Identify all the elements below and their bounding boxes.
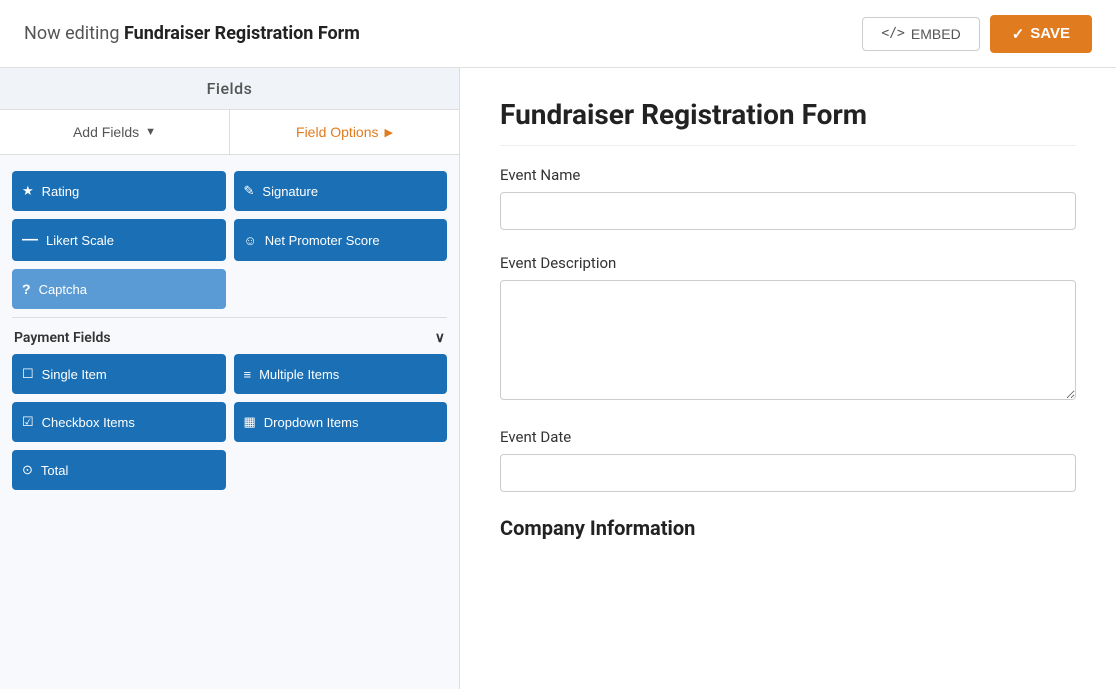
top-bar: Now editing Fundraiser Registration Form… [0,0,1116,68]
field-options-tab-label: Field Options [296,124,378,140]
event-name-group: Event Name [500,166,1076,230]
dropdown-icon: ▦ [244,414,256,430]
form-name: Fundraiser Registration Form [124,23,360,44]
checkmark-icon: ✓ [1012,25,1025,43]
payment-fields-section: Payment Fields ∨ [12,317,447,354]
event-name-input[interactable] [500,192,1076,230]
embed-label: EMBED [911,26,961,42]
dash-icon: — [22,231,38,249]
add-fields-tab-label: Add Fields [73,124,139,140]
embed-icon: </> [881,26,904,41]
tabs-row: Add Fields ▼ Field Options ▶ [0,110,459,155]
pen-icon: ✎ [244,183,255,199]
fields-tab-label: Fields [207,79,253,98]
chevron-down-icon: ∨ [435,330,445,346]
nps-icon: ☺ [244,233,257,248]
total-icon: ⊙ [22,462,33,478]
embed-button[interactable]: </> EMBED [862,17,979,51]
company-information-heading: Company Information [500,516,1076,540]
payment-grid-row3: ⊙ Total [12,450,447,490]
field-grid-row1: ★ Rating ✎ Signature [12,171,447,211]
event-date-group: Event Date [500,428,1076,492]
editing-prefix: Now editing [24,23,119,44]
field-grid-row2: — Likert Scale ☺ Net Promoter Score [12,219,447,261]
chevron-right-icon: ▶ [385,126,393,139]
event-description-input[interactable] [500,280,1076,400]
payment-grid-row2: ☑ Checkbox Items ▦ Dropdown Items [12,402,447,442]
captcha-button[interactable]: ? Captcha [12,269,226,309]
question-icon: ? [22,281,31,297]
file-icon: ☐ [22,366,34,382]
checkbox-icon: ☑ [22,414,34,430]
right-panel: Fundraiser Registration Form Event Name … [460,68,1116,689]
main-layout: Fields Add Fields ▼ Field Options ▶ ★ Ra… [0,68,1116,689]
single-item-button[interactable]: ☐ Single Item [12,354,226,394]
top-bar-actions: </> EMBED ✓ SAVE [862,15,1092,53]
save-label: SAVE [1030,25,1070,42]
editing-title: Now editing Fundraiser Registration Form [24,23,360,44]
dropdown-items-button[interactable]: ▦ Dropdown Items [234,402,448,442]
net-promoter-score-button[interactable]: ☺ Net Promoter Score [234,219,448,261]
fields-tab-bar: Fields [0,68,459,110]
payment-fields-label: Payment Fields [14,330,111,346]
left-panel: Fields Add Fields ▼ Field Options ▶ ★ Ra… [0,68,460,689]
star-icon: ★ [22,183,34,199]
multiple-items-button[interactable]: ≡ Multiple Items [234,354,448,394]
checkbox-items-button[interactable]: ☑ Checkbox Items [12,402,226,442]
field-grid-row3: ? Captcha [12,269,447,309]
save-button[interactable]: ✓ SAVE [990,15,1092,53]
event-name-label: Event Name [500,166,1076,184]
chevron-down-icon: ▼ [145,126,156,138]
rating-button[interactable]: ★ Rating [12,171,226,211]
add-fields-tab[interactable]: Add Fields ▼ [0,110,230,154]
event-date-input[interactable] [500,454,1076,492]
event-date-label: Event Date [500,428,1076,446]
fields-scroll-area[interactable]: ★ Rating ✎ Signature — Likert Scale ☺ Ne… [0,155,459,689]
event-description-label: Event Description [500,254,1076,272]
total-button[interactable]: ⊙ Total [12,450,226,490]
form-preview-title: Fundraiser Registration Form [500,98,1076,146]
event-description-group: Event Description [500,254,1076,404]
field-options-tab[interactable]: Field Options ▶ [230,110,459,154]
signature-button[interactable]: ✎ Signature [234,171,448,211]
likert-scale-button[interactable]: — Likert Scale [12,219,226,261]
list-icon: ≡ [244,367,252,382]
payment-grid-row1: ☐ Single Item ≡ Multiple Items [12,354,447,394]
